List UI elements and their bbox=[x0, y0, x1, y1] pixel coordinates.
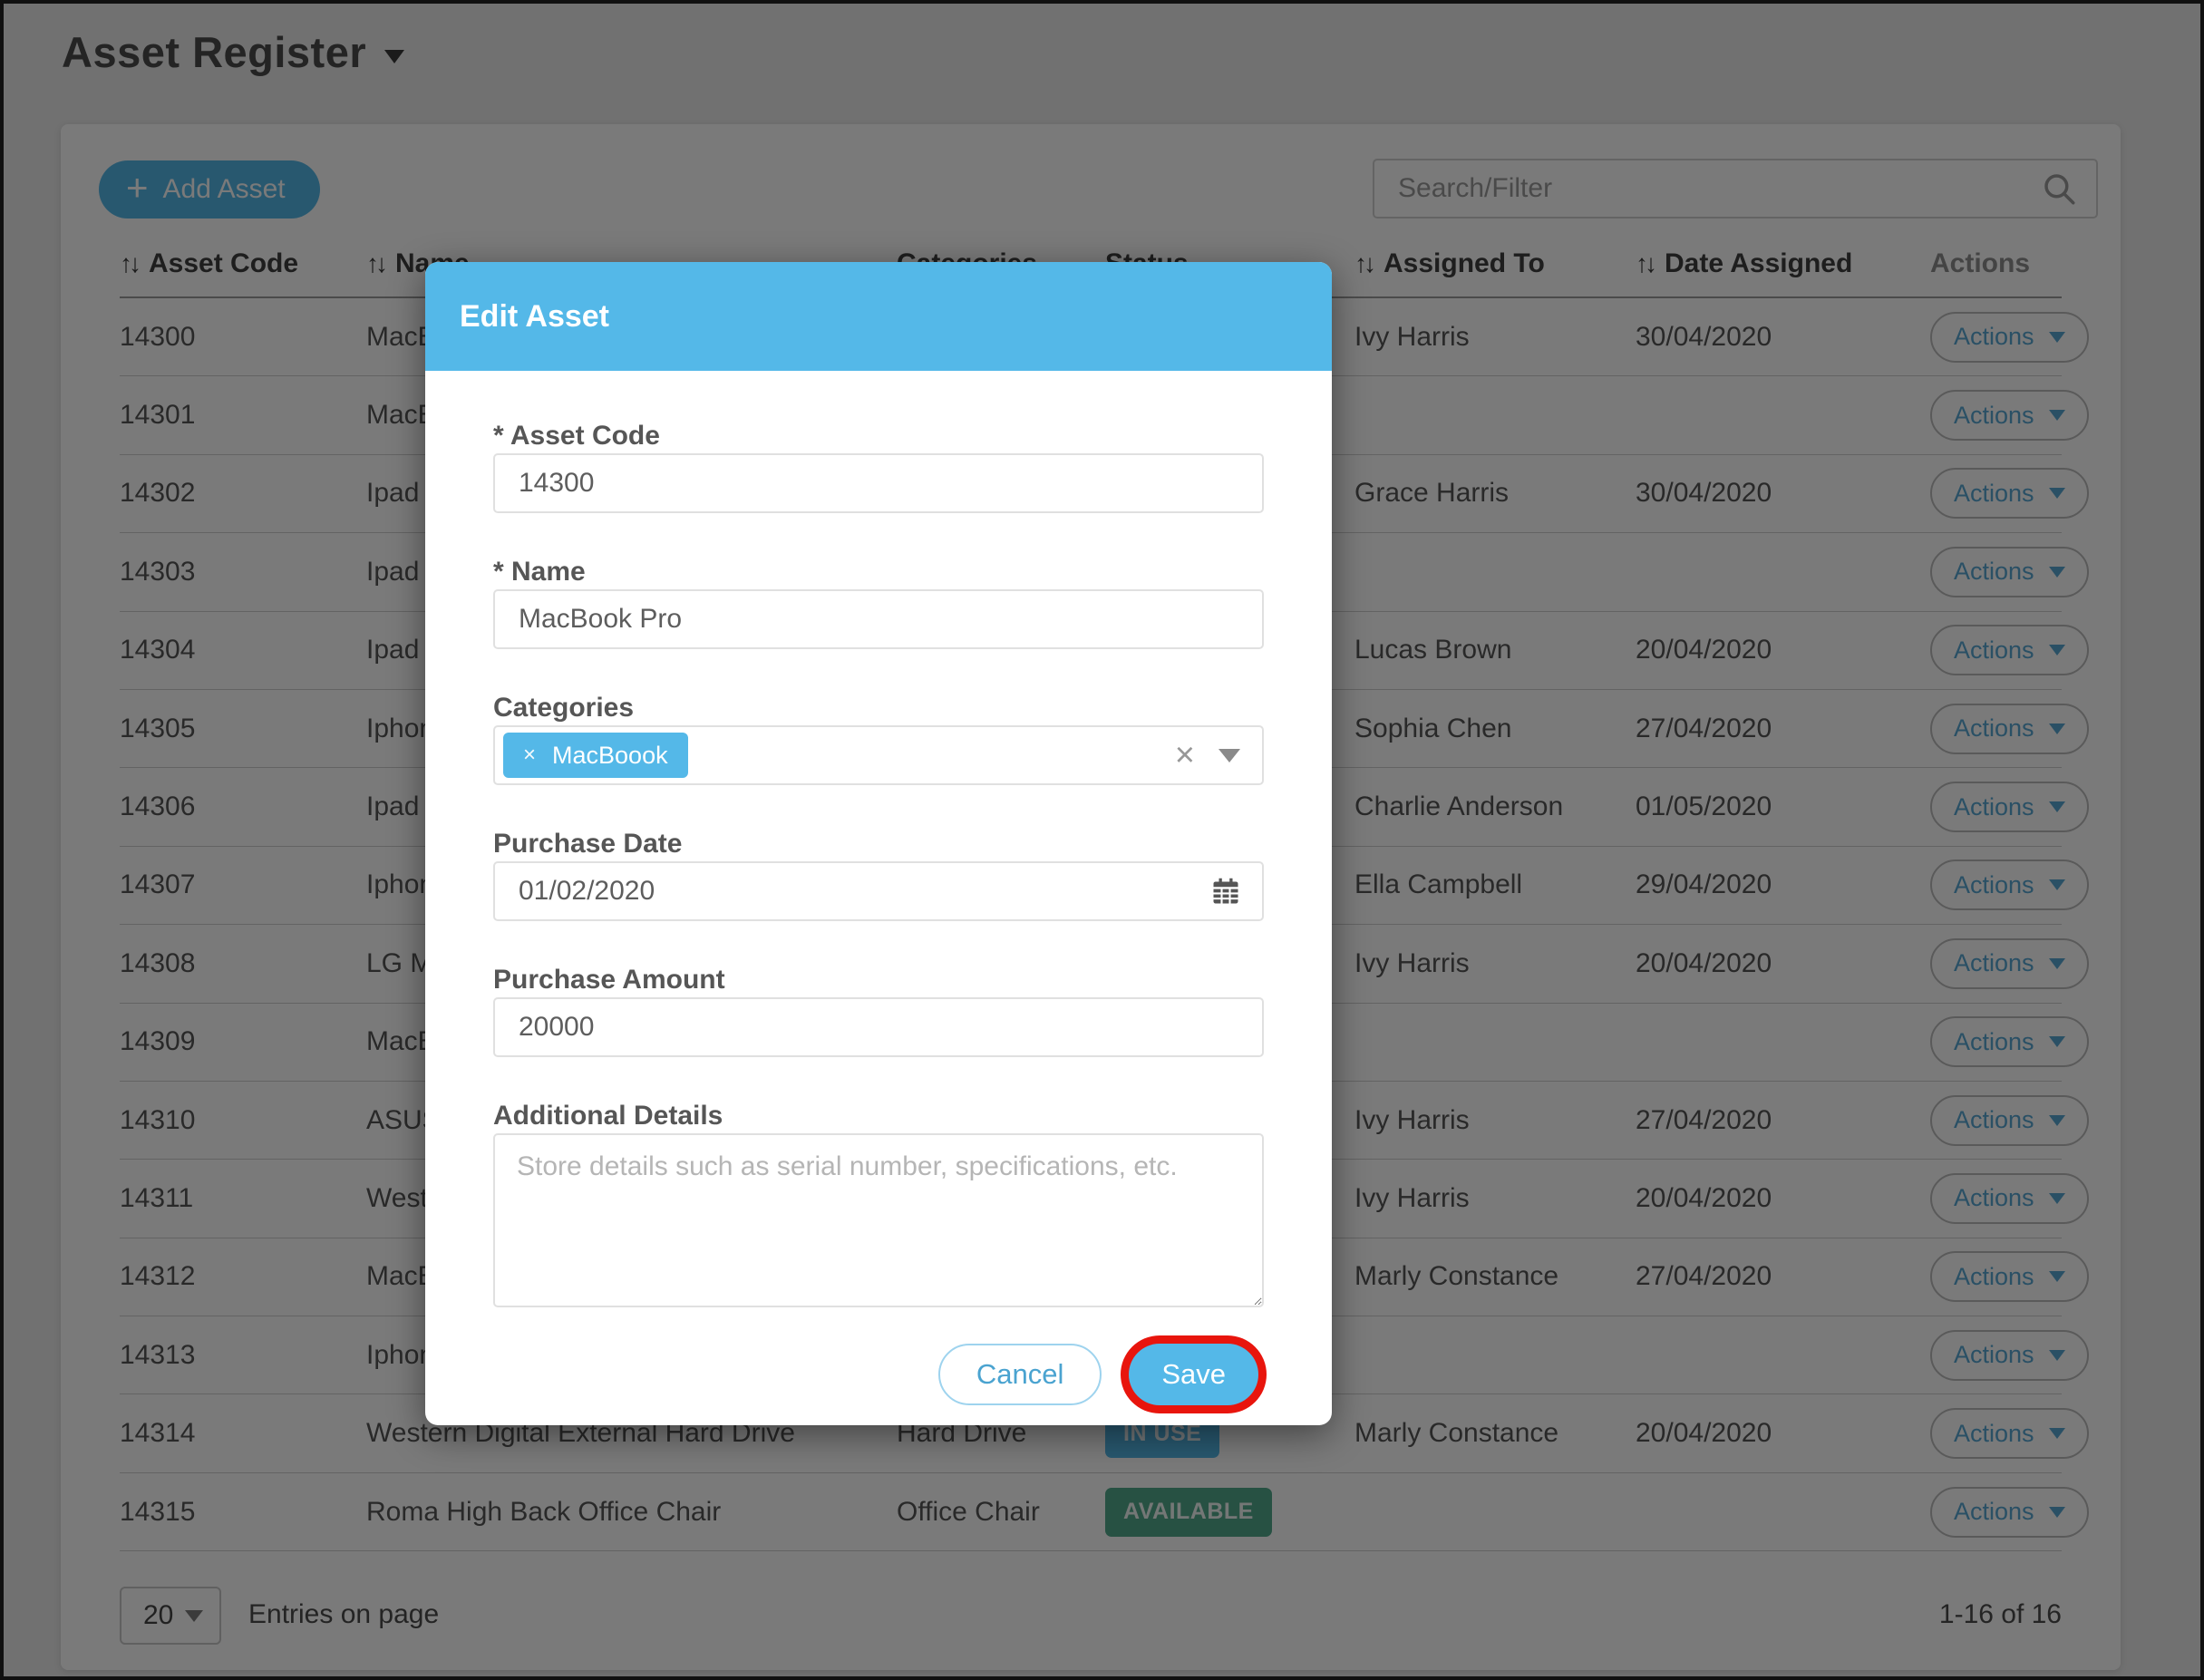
name-label: * Name bbox=[493, 557, 1264, 588]
purchase-date-field-group: Purchase Date bbox=[493, 829, 1264, 921]
app-window: Asset Register + Add Asset ↑↓Asset Code↑… bbox=[0, 0, 2204, 1680]
asset-code-input[interactable] bbox=[493, 453, 1264, 513]
calendar-icon[interactable] bbox=[1209, 875, 1242, 908]
additional-details-textarea[interactable] bbox=[493, 1133, 1264, 1307]
purchase-amount-input[interactable] bbox=[493, 997, 1264, 1057]
category-tag-label: MacBoook bbox=[552, 742, 668, 770]
categories-label: Categories bbox=[493, 693, 1264, 723]
purchase-date-wrap bbox=[493, 861, 1264, 921]
remove-tag-icon[interactable]: × bbox=[523, 743, 536, 768]
clear-selection-icon[interactable]: × bbox=[1175, 738, 1195, 772]
name-field-group: * Name bbox=[493, 557, 1264, 649]
purchase-date-label: Purchase Date bbox=[493, 829, 1264, 859]
categories-multiselect[interactable]: × MacBoook × bbox=[493, 725, 1264, 785]
purchase-amount-label: Purchase Amount bbox=[493, 965, 1264, 995]
modal-body: * Asset Code * Name Categories × MacBooo… bbox=[425, 371, 1332, 1405]
category-tag: × MacBoook bbox=[503, 733, 688, 778]
modal-header: Edit Asset bbox=[425, 262, 1332, 371]
edit-asset-modal: Edit Asset * Asset Code * Name Categorie… bbox=[425, 262, 1332, 1425]
name-input[interactable] bbox=[493, 589, 1264, 649]
categories-field-group: Categories × MacBoook × bbox=[493, 693, 1264, 785]
purchase-date-input[interactable] bbox=[495, 863, 1209, 919]
save-button[interactable]: Save bbox=[1129, 1344, 1258, 1405]
modal-title: Edit Asset bbox=[460, 299, 609, 335]
cancel-button[interactable]: Cancel bbox=[938, 1344, 1102, 1405]
chevron-down-icon bbox=[1219, 749, 1240, 762]
purchase-amount-field-group: Purchase Amount bbox=[493, 965, 1264, 1057]
asset-code-field-group: * Asset Code bbox=[493, 421, 1264, 513]
additional-details-label: Additional Details bbox=[493, 1101, 1264, 1131]
additional-details-field-group: Additional Details bbox=[493, 1101, 1264, 1312]
modal-actions: Cancel Save bbox=[493, 1344, 1264, 1405]
asset-code-label: * Asset Code bbox=[493, 421, 1264, 452]
